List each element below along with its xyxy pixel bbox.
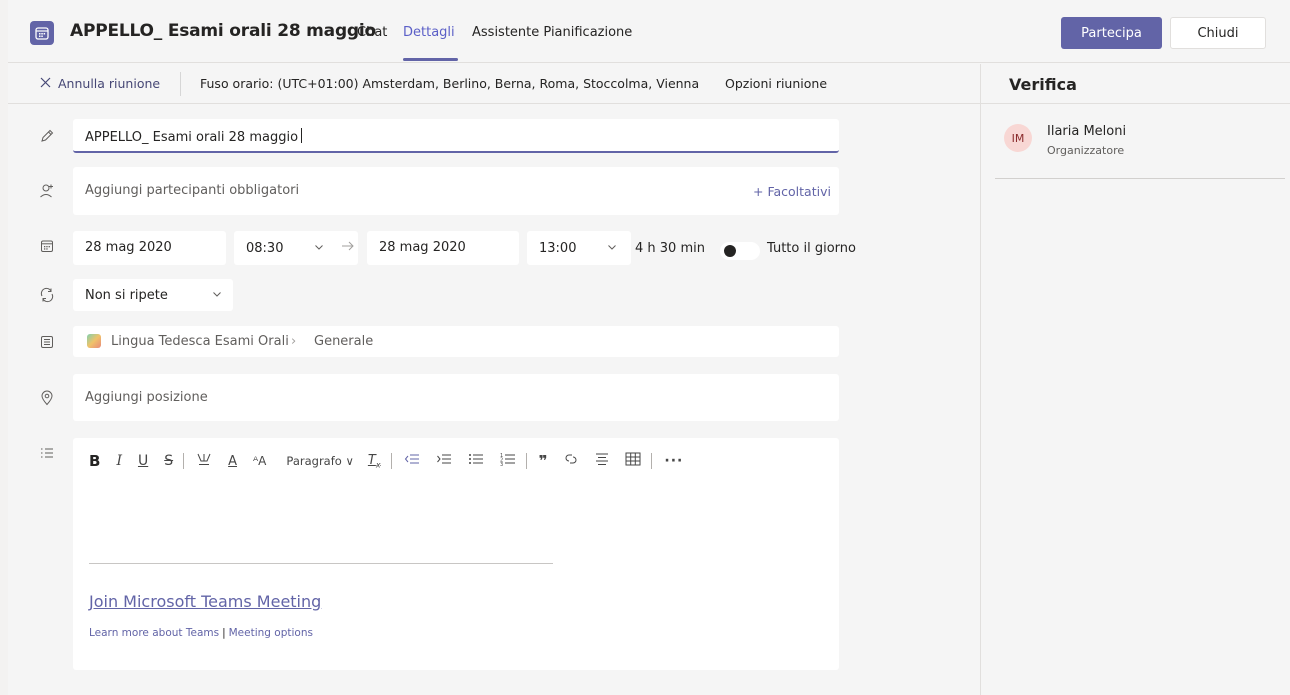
tracking-panel: Verifica IM Ilaria Meloni Organizzatore bbox=[980, 64, 1290, 695]
meeting-options-link[interactable]: Meeting options bbox=[229, 627, 313, 639]
join-button[interactable]: Partecipa bbox=[1061, 17, 1162, 49]
location-input[interactable]: Aggiungi posizione bbox=[73, 374, 839, 421]
chevron-down-icon bbox=[314, 242, 324, 255]
toggle-knob bbox=[724, 245, 736, 257]
active-tab-indicator bbox=[403, 58, 458, 61]
all-day-toggle[interactable] bbox=[720, 242, 760, 260]
toolbar-divider bbox=[183, 453, 185, 469]
toolbar-divider bbox=[525, 453, 527, 469]
toolbar-divider bbox=[651, 453, 653, 469]
teams-links-row: Learn more about Teams | Meeting options bbox=[89, 627, 313, 639]
underline-icon[interactable]: U bbox=[138, 453, 148, 469]
svg-text:3: 3 bbox=[500, 462, 503, 466]
repeat-value: Non si ripete bbox=[85, 288, 168, 303]
bulleted-list-icon[interactable] bbox=[468, 452, 484, 470]
divider bbox=[180, 72, 181, 96]
highlight-icon[interactable] bbox=[196, 452, 212, 470]
tab-assistente-pianificazione[interactable]: Assistente Pianificazione bbox=[472, 25, 632, 40]
pencil-icon bbox=[38, 127, 56, 145]
end-date-picker[interactable]: 28 mag 2020 bbox=[367, 231, 519, 265]
channel-selector[interactable]: Lingua Tedesca Esami Orali › Generale bbox=[73, 326, 839, 357]
chevron-right-icon: › bbox=[291, 334, 297, 349]
start-time-value: 08:30 bbox=[246, 241, 284, 256]
start-date-picker[interactable]: 28 mag 2020 bbox=[73, 231, 226, 265]
content-divider bbox=[89, 563, 553, 564]
more-options-icon[interactable]: ··· bbox=[664, 453, 683, 469]
header-bar: APPELLO_ Esami orali 28 maggio Chat Dett… bbox=[8, 0, 1290, 63]
font-size-icon[interactable]: ᴬA bbox=[253, 454, 266, 468]
toolbar-divider bbox=[390, 453, 392, 469]
chevron-down-icon bbox=[607, 242, 617, 255]
repeat-select[interactable]: Non si ripete bbox=[73, 279, 233, 311]
meeting-options-button[interactable]: Opzioni riunione bbox=[725, 76, 827, 91]
attendee-name: Ilaria Meloni bbox=[1047, 124, 1127, 139]
numbered-list-icon[interactable]: 123 bbox=[500, 452, 516, 470]
channel-icon bbox=[38, 333, 56, 351]
formatting-toolbar: B I U S A ᴬA Paragrafo ∨ Tx 123 ❞ ··· bbox=[89, 451, 699, 471]
start-date-value: 28 mag 2020 bbox=[85, 240, 172, 255]
quote-icon[interactable]: ❞ bbox=[539, 452, 548, 470]
channel-team-name: Lingua Tedesca Esami Orali bbox=[111, 334, 289, 349]
meeting-actions-bar: Annulla riunione Fuso orario: (UTC+01:00… bbox=[8, 64, 980, 104]
channel-name: Generale bbox=[314, 334, 374, 349]
close-button[interactable]: Chiudi bbox=[1170, 17, 1266, 49]
attendees-input[interactable]: Aggiungi partecipanti obbligatori + Faco… bbox=[73, 167, 839, 215]
title-input-value: APPELLO_ Esami orali 28 maggio bbox=[85, 128, 303, 145]
arrow-right-icon bbox=[341, 240, 355, 256]
calendar-app-icon bbox=[30, 21, 54, 45]
team-logo-icon bbox=[87, 334, 101, 348]
location-icon bbox=[38, 389, 56, 407]
tab-dettagli[interactable]: Dettagli bbox=[403, 25, 455, 40]
description-editor[interactable]: B I U S A ᴬA Paragrafo ∨ Tx 123 ❞ ··· Jo… bbox=[73, 438, 839, 670]
table-icon[interactable] bbox=[625, 452, 641, 470]
end-time-value: 13:00 bbox=[539, 241, 577, 256]
timezone-selector[interactable]: Fuso orario: (UTC+01:00) Amsterdam, Berl… bbox=[200, 76, 699, 91]
bold-icon[interactable]: B bbox=[89, 452, 100, 470]
divider bbox=[981, 103, 1290, 104]
strikethrough-icon[interactable]: S bbox=[164, 453, 173, 469]
paragraph-style-select[interactable]: Paragrafo ∨ bbox=[286, 454, 353, 468]
increase-indent-icon[interactable] bbox=[436, 452, 452, 470]
clear-formatting-icon[interactable]: Tx bbox=[368, 453, 381, 470]
end-date-value: 28 mag 2020 bbox=[379, 240, 466, 255]
learn-more-link[interactable]: Learn more about Teams bbox=[89, 627, 219, 639]
avatar: IM bbox=[1004, 124, 1032, 152]
description-list-icon bbox=[38, 444, 56, 462]
cancel-meeting-label: Annulla riunione bbox=[58, 76, 161, 91]
link-icon[interactable] bbox=[563, 452, 579, 470]
align-icon[interactable] bbox=[595, 452, 609, 470]
optional-attendees-button[interactable]: + Facoltativi bbox=[753, 184, 831, 199]
attendees-placeholder: Aggiungi partecipanti obbligatori bbox=[85, 183, 300, 198]
italic-icon[interactable]: I bbox=[116, 453, 122, 469]
attendee-role: Organizzatore bbox=[1047, 144, 1125, 157]
link-separator: | bbox=[222, 627, 226, 639]
title-input[interactable]: APPELLO_ Esami orali 28 maggio bbox=[73, 119, 839, 153]
paragraph-style-label: Paragrafo bbox=[286, 454, 342, 468]
all-day-label: Tutto il giorno bbox=[767, 241, 856, 256]
close-icon bbox=[40, 76, 51, 91]
duration-text: 4 h 30 min bbox=[635, 241, 705, 256]
decrease-indent-icon[interactable] bbox=[404, 452, 420, 470]
calendar-icon bbox=[38, 237, 56, 255]
meeting-title: APPELLO_ Esami orali 28 maggio bbox=[70, 21, 376, 41]
tab-chat[interactable]: Chat bbox=[357, 25, 387, 40]
panel-title: Verifica bbox=[1009, 75, 1077, 94]
repeat-icon bbox=[38, 286, 56, 304]
chevron-down-icon bbox=[212, 289, 222, 302]
divider bbox=[995, 178, 1285, 179]
cancel-meeting-button[interactable]: Annulla riunione bbox=[40, 76, 160, 91]
start-time-select[interactable]: 08:30 bbox=[234, 231, 358, 265]
font-color-icon[interactable]: A bbox=[228, 454, 237, 469]
meeting-details-page: APPELLO_ Esami orali 28 maggio Chat Dett… bbox=[8, 0, 1290, 695]
join-teams-meeting-link[interactable]: Join Microsoft Teams Meeting bbox=[89, 592, 321, 611]
end-time-select[interactable]: 13:00 bbox=[527, 231, 631, 265]
location-placeholder: Aggiungi posizione bbox=[85, 390, 208, 405]
add-person-icon bbox=[38, 182, 56, 200]
